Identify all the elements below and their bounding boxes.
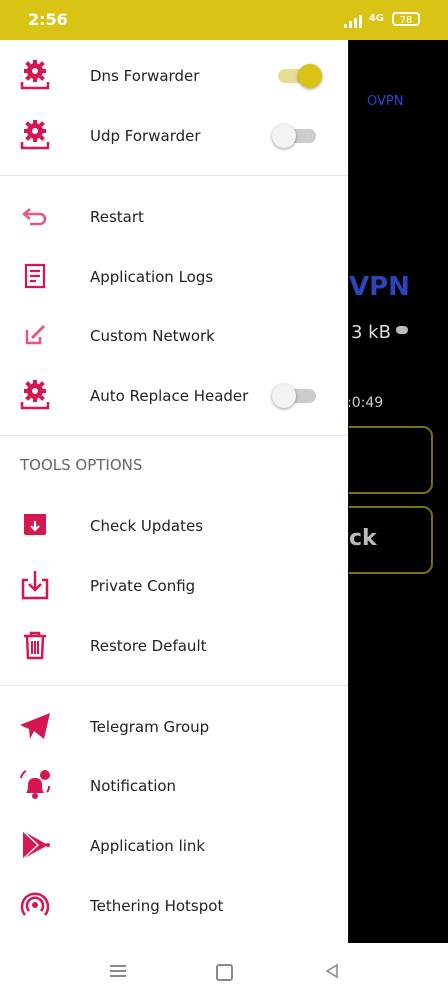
divider: [0, 685, 348, 686]
telegram-icon: [18, 709, 52, 743]
background-main-screen: OVPN VPN 3 kB :0:49 ck: [349, 40, 448, 943]
restore-default-label: Restore Default: [90, 637, 207, 655]
tethering-hotspot-label: Tethering Hotspot: [90, 897, 224, 915]
navigation-drawer: Dns Forwarder Udp Forwarder Restart Appl…: [0, 40, 348, 943]
private-config-item[interactable]: Private Config: [0, 556, 348, 616]
gear-download-icon: [18, 118, 52, 152]
gear-download-icon: [18, 378, 52, 412]
recent-apps-icon[interactable]: [110, 965, 126, 977]
divider: [0, 175, 348, 176]
dns-forwarder-toggle[interactable]: [272, 64, 322, 88]
trash-icon: [18, 628, 52, 662]
custom-network-item[interactable]: Custom Network: [0, 306, 348, 366]
check-updates-icon: [18, 508, 52, 542]
application-logs-label: Application Logs: [90, 268, 214, 286]
telegram-group-item[interactable]: Telegram Group: [0, 697, 348, 757]
application-link-item[interactable]: Application link: [0, 816, 348, 876]
auto-replace-header-item[interactable]: Auto Replace Header: [0, 366, 348, 426]
udp-forwarder-toggle[interactable]: [272, 124, 316, 148]
restore-default-item[interactable]: Restore Default: [0, 616, 348, 676]
edit-icon: [18, 318, 52, 352]
system-nav-bar: [0, 943, 448, 1000]
gear-download-icon: [18, 58, 52, 92]
auto-replace-header-toggle[interactable]: [272, 384, 316, 408]
logs-icon: [18, 259, 52, 293]
bg-traffic: 3 kB: [351, 322, 391, 343]
udp-forwarder-item[interactable]: Udp Forwarder: [0, 106, 348, 166]
bg-button-1: [349, 426, 433, 494]
bell-icon: [18, 768, 52, 802]
restart-label: Restart: [90, 208, 144, 226]
private-config-label: Private Config: [90, 577, 196, 595]
restart-item[interactable]: Restart: [0, 187, 348, 247]
play-store-icon: [18, 828, 52, 862]
check-updates-item[interactable]: Check Updates: [0, 496, 348, 556]
dns-forwarder-label: Dns Forwarder: [90, 67, 200, 85]
notification-item[interactable]: Notification: [0, 756, 348, 816]
bg-ovpn-label: OVPN: [367, 94, 404, 109]
bg-button-2: ck: [349, 506, 433, 574]
cloud-icon: [396, 326, 408, 334]
status-bar: 2:56 4G 78: [0, 0, 448, 40]
tools-section-title: TOOLS OPTIONS: [20, 456, 143, 474]
auto-replace-header-label: Auto Replace Header: [90, 387, 249, 405]
battery-level: 78: [399, 15, 413, 26]
custom-network-label: Custom Network: [90, 327, 215, 345]
bg-timer: :0:49: [349, 395, 384, 411]
status-time: 2:56: [28, 10, 68, 29]
application-link-label: Application link: [90, 837, 206, 855]
notification-label: Notification: [90, 777, 177, 795]
application-logs-item[interactable]: Application Logs: [0, 247, 348, 307]
download-icon: [18, 568, 52, 602]
hotspot-icon: [18, 888, 52, 922]
battery-icon: 78: [392, 12, 420, 26]
network-type: 4G: [368, 13, 384, 24]
bg-button-2-text: ck: [349, 526, 377, 551]
bg-vpn-title: VPN: [349, 272, 410, 302]
back-arrow-icon: [18, 199, 52, 233]
check-updates-label: Check Updates: [90, 517, 204, 535]
udp-forwarder-label: Udp Forwarder: [90, 127, 201, 145]
home-icon[interactable]: [216, 964, 233, 981]
telegram-group-label: Telegram Group: [90, 718, 210, 736]
tethering-hotspot-item[interactable]: Tethering Hotspot: [0, 876, 348, 936]
signal-icon: [344, 12, 362, 28]
dns-forwarder-item[interactable]: Dns Forwarder: [0, 46, 348, 106]
divider: [0, 435, 348, 436]
back-icon[interactable]: [324, 963, 340, 979]
